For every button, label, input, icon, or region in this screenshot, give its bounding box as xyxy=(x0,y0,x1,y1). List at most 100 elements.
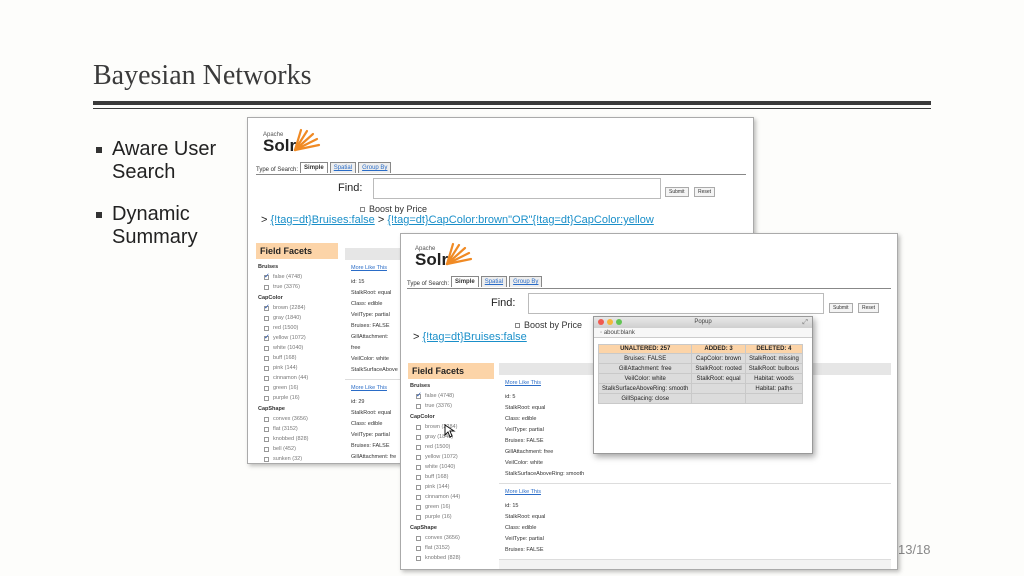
checked-checkbox-icon[interactable] xyxy=(264,333,270,341)
facet-option-label: true (3376) xyxy=(425,403,452,409)
submit-button[interactable]: Submit xyxy=(665,187,689,197)
checkbox-icon[interactable] xyxy=(416,454,421,460)
checkbox-icon[interactable] xyxy=(264,375,269,381)
checkbox-icon[interactable] xyxy=(264,416,269,422)
checkbox-icon[interactable] xyxy=(416,403,421,409)
bullet-text: Dynamic Summary xyxy=(112,203,198,248)
checkbox-icon[interactable] xyxy=(416,474,421,480)
reset-button[interactable]: Reset xyxy=(858,303,880,313)
reset-button[interactable]: Reset xyxy=(694,187,716,197)
facet-option-label: bell (452) xyxy=(273,446,296,452)
facet-option[interactable]: gray (1840) xyxy=(258,313,348,323)
checkbox-icon[interactable] xyxy=(416,504,421,510)
facet-option[interactable]: brown (2284) xyxy=(258,303,348,313)
facet-option[interactable]: convex (3656) xyxy=(410,533,500,543)
checkbox-icon[interactable] xyxy=(416,424,421,430)
filter-tag-link[interactable]: {!tag=dt}Bruises:false xyxy=(423,331,527,343)
checkbox-icon[interactable] xyxy=(264,315,269,321)
facet-option[interactable]: false (4748) xyxy=(258,272,348,282)
checkbox-icon[interactable] xyxy=(416,555,421,561)
facet-option[interactable]: true (3376) xyxy=(410,401,500,411)
tab-spatial[interactable]: Spatial xyxy=(480,276,508,287)
checkbox-icon[interactable] xyxy=(264,446,269,452)
checkbox-icon[interactable] xyxy=(264,365,269,371)
facet-option-label: sunken (32) xyxy=(273,456,303,462)
facet-option[interactable]: flat (3152) xyxy=(410,543,500,553)
facet-option[interactable]: buff (168) xyxy=(410,472,500,482)
checkbox-icon[interactable] xyxy=(264,426,269,432)
checkbox-icon[interactable] xyxy=(264,355,269,361)
checkbox-icon[interactable] xyxy=(264,395,269,401)
checkbox-icon[interactable] xyxy=(264,345,269,351)
find-input[interactable] xyxy=(528,293,824,314)
tab-simple[interactable]: Simple xyxy=(300,162,328,173)
checked-checkbox-icon[interactable] xyxy=(416,391,422,399)
find-input[interactable] xyxy=(373,178,661,199)
facet-option[interactable]: false (4748) xyxy=(410,391,500,401)
zoom-window-icon[interactable] xyxy=(616,319,622,325)
checked-checkbox-icon[interactable] xyxy=(264,303,270,311)
checkbox-icon[interactable] xyxy=(264,436,269,442)
result-field: VeilType: partial xyxy=(351,432,390,438)
facet-option[interactable]: buff (168) xyxy=(258,353,348,363)
checkbox-icon[interactable] xyxy=(264,325,269,331)
facet-group-title: CapColor xyxy=(410,414,435,420)
filter-tag-link[interactable]: {!tag=dt}Bruises:false xyxy=(271,214,375,226)
facet-option[interactable]: true (3376) xyxy=(258,282,348,292)
facet-option[interactable]: convex (3656) xyxy=(258,414,348,424)
tab-group-by[interactable]: Group By xyxy=(509,276,543,287)
result-field: id: 29 xyxy=(351,399,365,405)
filter-tag-link[interactable]: {!tag=dt}CapColor:brown"OR"{!tag=dt}CapC… xyxy=(387,214,653,226)
facet-option[interactable]: red (1500) xyxy=(258,323,348,333)
facet-option[interactable]: flat (3152) xyxy=(258,424,348,434)
checkbox-icon[interactable] xyxy=(416,535,421,541)
boost-by-price-checkbox[interactable]: Boost by Price xyxy=(515,320,582,330)
facet-option[interactable]: yellow (1072) xyxy=(258,333,348,343)
diff-table-body: Bruises: FALSE CapColor: brown StalkRoot: … xyxy=(597,353,804,404)
facet-option[interactable]: cinnamon (44) xyxy=(258,373,348,383)
checkbox-icon[interactable] xyxy=(264,284,269,290)
facet-option[interactable]: bell (452) xyxy=(258,444,348,454)
checked-checkbox-icon[interactable] xyxy=(264,272,270,280)
facet-group-title: CapShape xyxy=(258,406,285,412)
facet-option[interactable]: purple (16) xyxy=(258,393,348,403)
facet-option[interactable]: purple (16) xyxy=(410,512,500,522)
close-window-icon[interactable] xyxy=(598,319,604,325)
facet-option[interactable]: cinnamon (44) xyxy=(410,492,500,502)
checkbox-icon[interactable] xyxy=(416,514,421,520)
bullet-item: Dynamic Summary xyxy=(95,203,240,249)
minimize-window-icon[interactable] xyxy=(607,319,613,325)
boost-by-price-checkbox[interactable]: Boost by Price xyxy=(360,204,427,214)
checkbox-icon[interactable] xyxy=(264,456,269,462)
facet-option-label: knobbed (828) xyxy=(273,436,309,442)
tab-simple[interactable]: Simple xyxy=(451,276,479,287)
facet-option[interactable]: sunken (32) xyxy=(258,454,348,463)
checkbox-icon[interactable] xyxy=(416,494,421,500)
checkbox-icon[interactable] xyxy=(264,385,269,391)
checkbox-icon[interactable] xyxy=(416,464,421,470)
facet-option[interactable]: yellow (1072) xyxy=(410,452,500,462)
tab-spatial[interactable]: Spatial xyxy=(329,162,357,173)
popup-url-bar[interactable]: ▫ about:blank xyxy=(594,328,812,338)
facet-option[interactable]: green (16) xyxy=(410,502,500,512)
tab-group-by[interactable]: Group By xyxy=(358,162,392,173)
checkbox-icon[interactable] xyxy=(416,434,421,440)
facet-option[interactable]: red (1500) xyxy=(410,442,500,452)
checkbox-icon[interactable] xyxy=(416,545,421,551)
facet-option[interactable]: knobbed (828) xyxy=(410,553,500,563)
submit-button[interactable]: Submit xyxy=(829,303,853,313)
facet-option[interactable]: white (1040) xyxy=(410,462,500,472)
diff-row: VeilColor: white StalkRoot: equal Habitat:… xyxy=(597,373,804,384)
facet-option[interactable]: pink (144) xyxy=(410,482,500,492)
more-like-this-link[interactable]: More Like This xyxy=(351,383,399,394)
facet-option[interactable]: pink (144) xyxy=(258,363,348,373)
find-label: Find: xyxy=(491,297,516,309)
more-like-this-link[interactable]: More Like This xyxy=(351,263,399,274)
more-like-this-link[interactable]: More Like This xyxy=(505,487,885,498)
checkbox-icon[interactable] xyxy=(416,484,421,490)
facet-option[interactable]: white (1040) xyxy=(258,343,348,353)
checkbox-icon[interactable] xyxy=(416,444,421,450)
facet-option[interactable]: knobbed (828) xyxy=(258,434,348,444)
resize-icon[interactable]: ⤢ xyxy=(802,317,808,328)
facet-option[interactable]: green (16) xyxy=(258,383,348,393)
